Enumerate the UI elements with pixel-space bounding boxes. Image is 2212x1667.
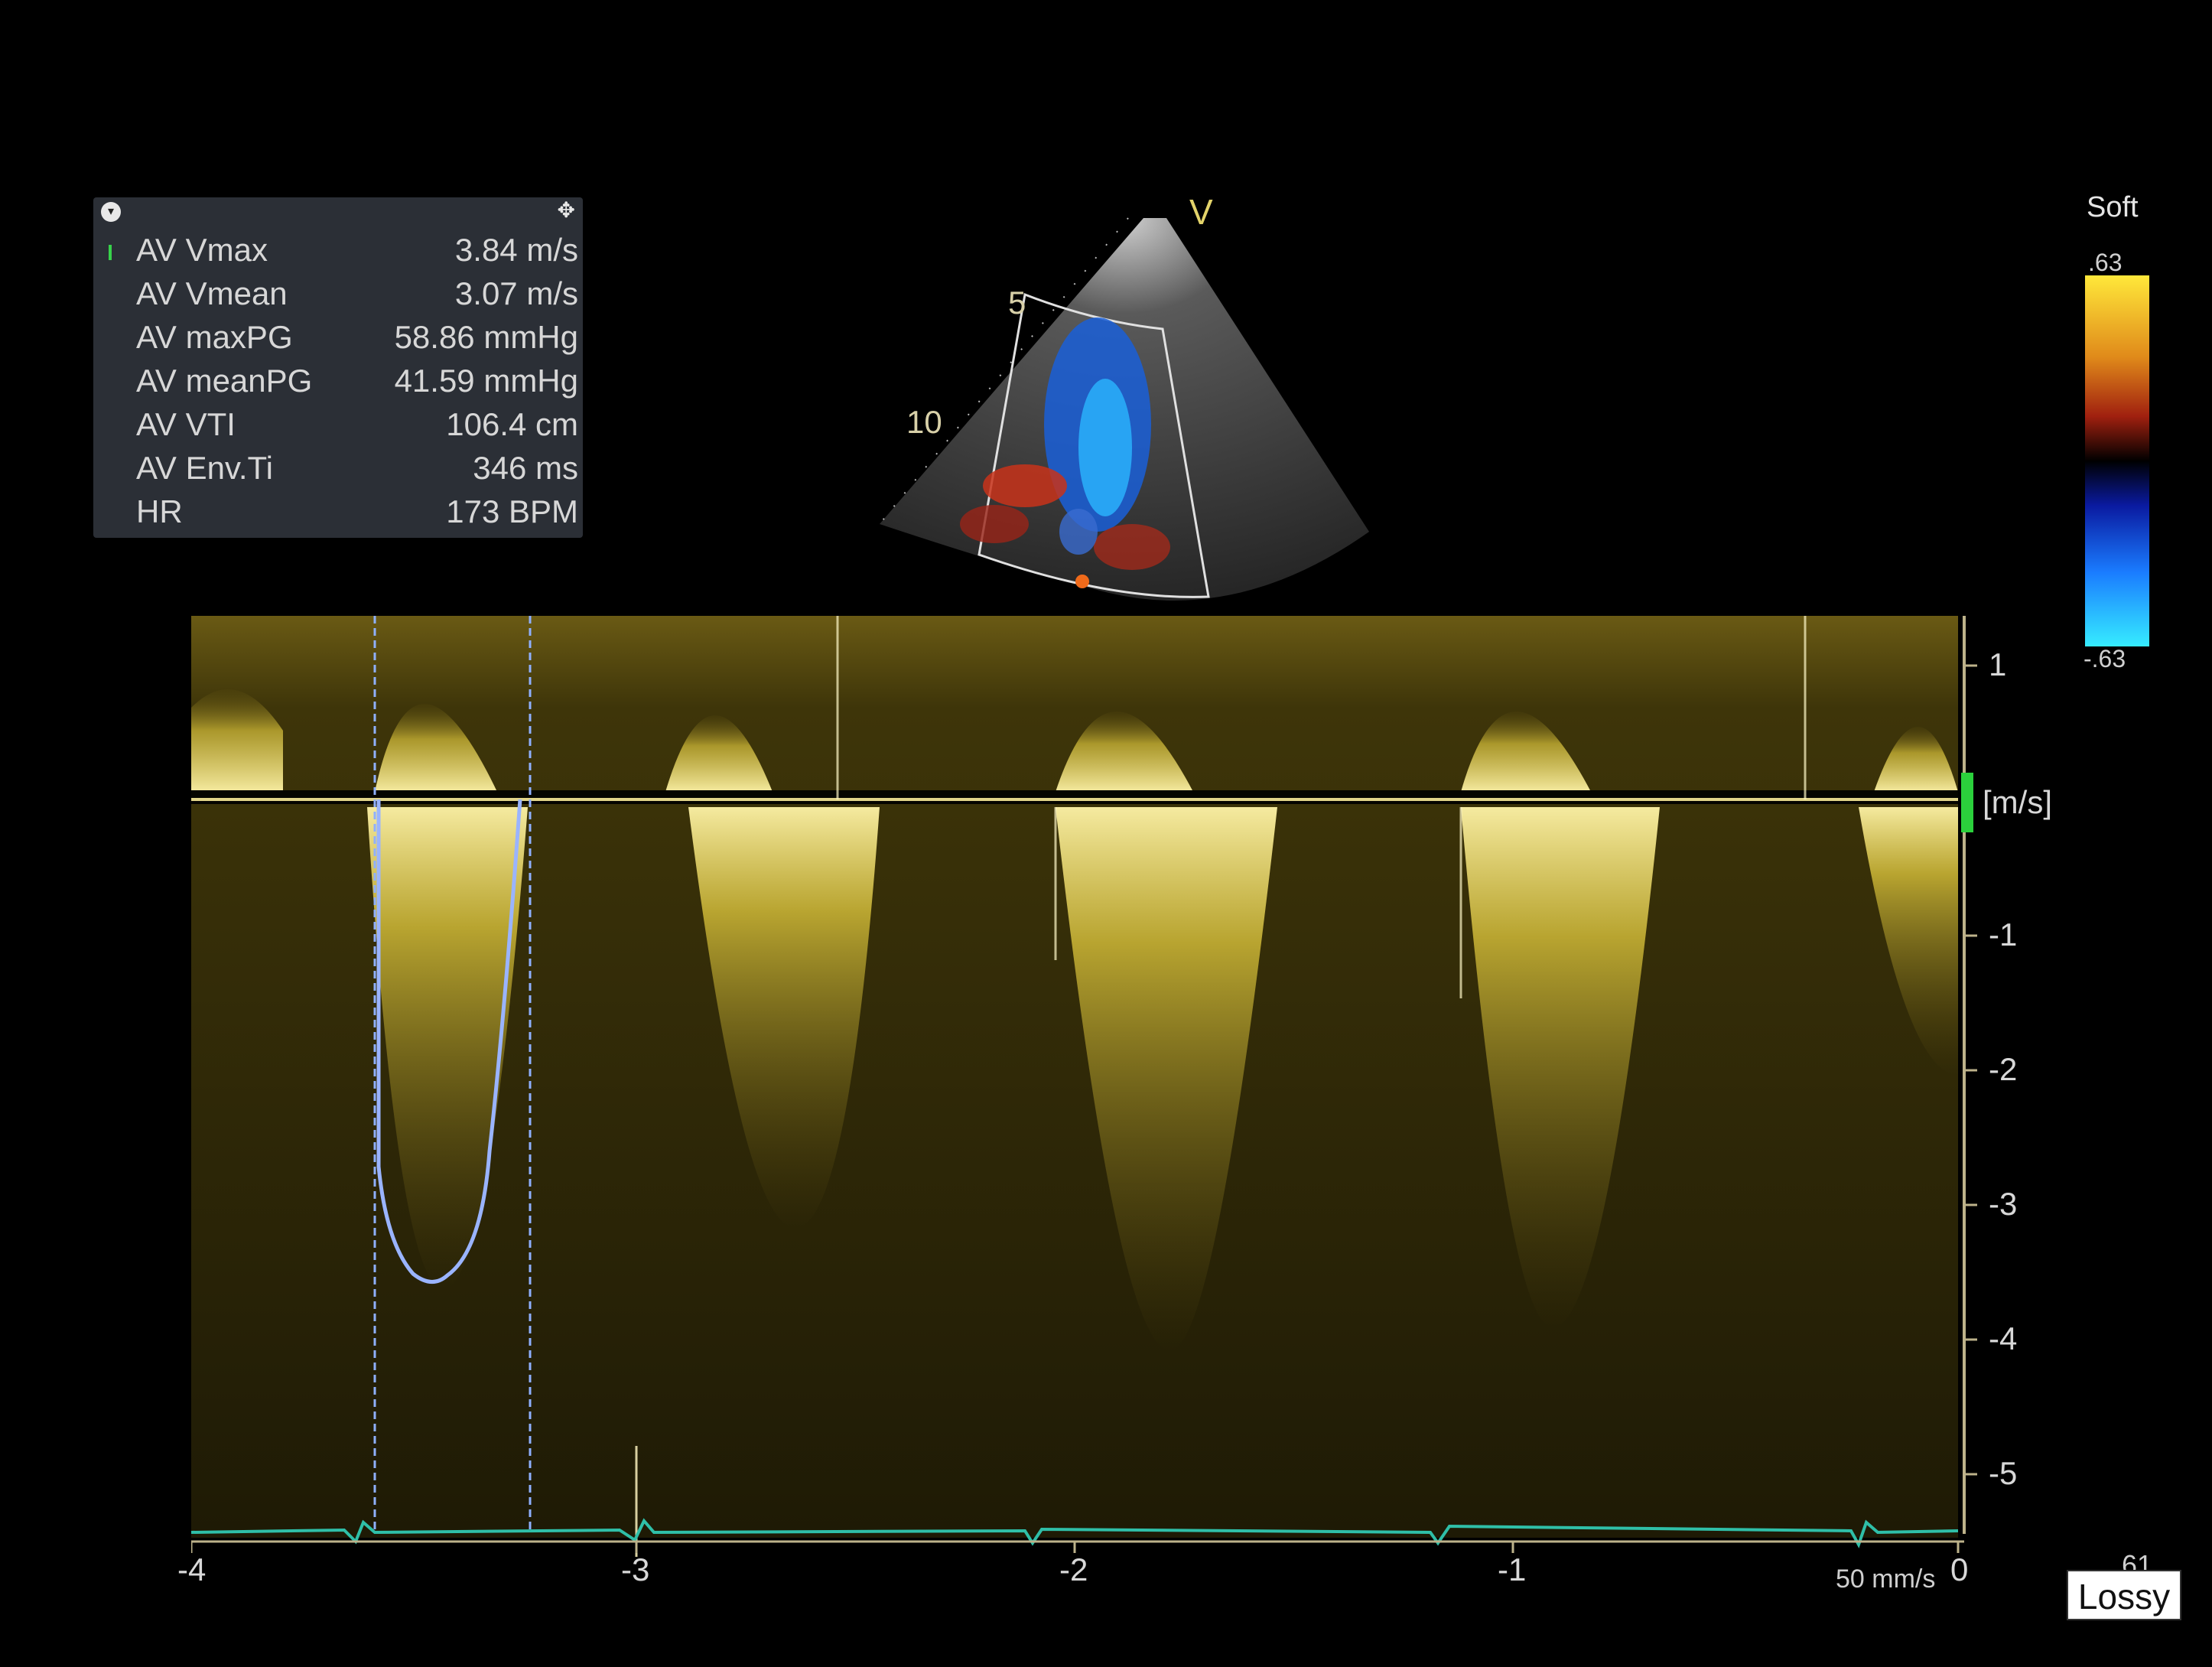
measurement-label: AV Vmax <box>136 232 268 268</box>
flow-orange <box>1075 575 1089 588</box>
color-scale-top: .63 <box>2088 249 2123 276</box>
sector-svg <box>879 217 1369 601</box>
measurement-row-av-meanpg[interactable]: AV meanPG 41.59 mmHg <box>93 359 583 402</box>
velocity-tick-label: -5 <box>1989 1455 2018 1491</box>
time-tick-label: -2 <box>1059 1551 1088 1587</box>
measurement-value: 58.86 mmHg <box>394 319 578 355</box>
measurement-label: AV Vmean <box>136 275 288 311</box>
sector-image <box>879 195 1377 616</box>
orientation-marker: V <box>1189 192 1213 232</box>
color-scale-bottom: -.63 <box>2084 645 2126 672</box>
baseline-handle[interactable] <box>1961 773 1973 832</box>
flow-red <box>983 464 1067 507</box>
spectral-doppler-display[interactable] <box>191 616 1985 1557</box>
measurement-row-av-vmean[interactable]: AV Vmean 3.07 m/s <box>93 272 583 315</box>
flow-blue <box>1059 509 1098 555</box>
flow-cyan <box>1078 379 1132 516</box>
time-tick-label: -3 <box>621 1551 650 1587</box>
time-tick-label: -1 <box>1498 1551 1527 1587</box>
flow-red <box>960 505 1029 543</box>
color-bar <box>2085 275 2149 646</box>
measurement-value: 3.84 m/s <box>454 232 578 268</box>
velocity-tick-label: -2 <box>1989 1051 2018 1087</box>
measurement-panel: ▾ ✥ AV Vmax 3.84 m/s AV Vmean 3.07 m/s A… <box>93 197 583 538</box>
measurement-value: 3.07 m/s <box>454 275 578 311</box>
velocity-tick-label: -3 <box>1989 1186 2018 1222</box>
measurement-label: HR <box>136 493 183 529</box>
measurement-row-av-maxpg[interactable]: AV maxPG 58.86 mmHg <box>93 315 583 359</box>
baseline-shadow <box>191 790 1958 804</box>
depth-label-5: 5 <box>1008 285 1026 321</box>
move-icon[interactable]: ✥ <box>558 199 575 222</box>
measurement-row-hr[interactable]: HR 173 BPM <box>93 490 583 533</box>
panel-toolbar: ▾ ✥ <box>93 197 583 225</box>
measurement-row-av-vti[interactable]: AV VTI 106.4 cm <box>93 402 583 446</box>
velocity-tick-label: -4 <box>1989 1320 2018 1356</box>
velocity-tick-label: 1 <box>1989 646 2007 682</box>
measurement-row-av-vmax[interactable]: AV Vmax 3.84 m/s <box>93 228 583 272</box>
flow-red <box>1094 524 1170 570</box>
measurement-label: AV VTI <box>136 406 236 442</box>
measurement-value: 346 ms <box>473 450 578 486</box>
measurement-label: AV Env.Ti <box>136 450 273 486</box>
measurement-row-av-env-ti[interactable]: AV Env.Ti 346 ms <box>93 446 583 490</box>
time-tick-label: 0 <box>1950 1551 1969 1587</box>
measurement-value: 41.59 mmHg <box>394 363 578 399</box>
velocity-tick-label: -1 <box>1989 917 2018 952</box>
measurement-label: AV meanPG <box>136 363 313 399</box>
velocity-unit-label: [m/s] <box>1983 784 2052 820</box>
measurement-value: 173 BPM <box>446 493 578 529</box>
color-bar-gradient <box>2085 275 2149 646</box>
sweep-speed-label[interactable]: 50 mm/s <box>1836 1564 1935 1594</box>
time-tick-label: -4 <box>177 1551 207 1587</box>
collapse-icon[interactable]: ▾ <box>101 202 121 222</box>
color-map-name[interactable]: Soft <box>2087 191 2139 224</box>
measurement-label: AV maxPG <box>136 319 293 355</box>
depth-label-10: 10 <box>906 404 942 440</box>
measurement-value: 106.4 cm <box>446 406 578 442</box>
lossy-badge: Lossy <box>2067 1570 2181 1620</box>
